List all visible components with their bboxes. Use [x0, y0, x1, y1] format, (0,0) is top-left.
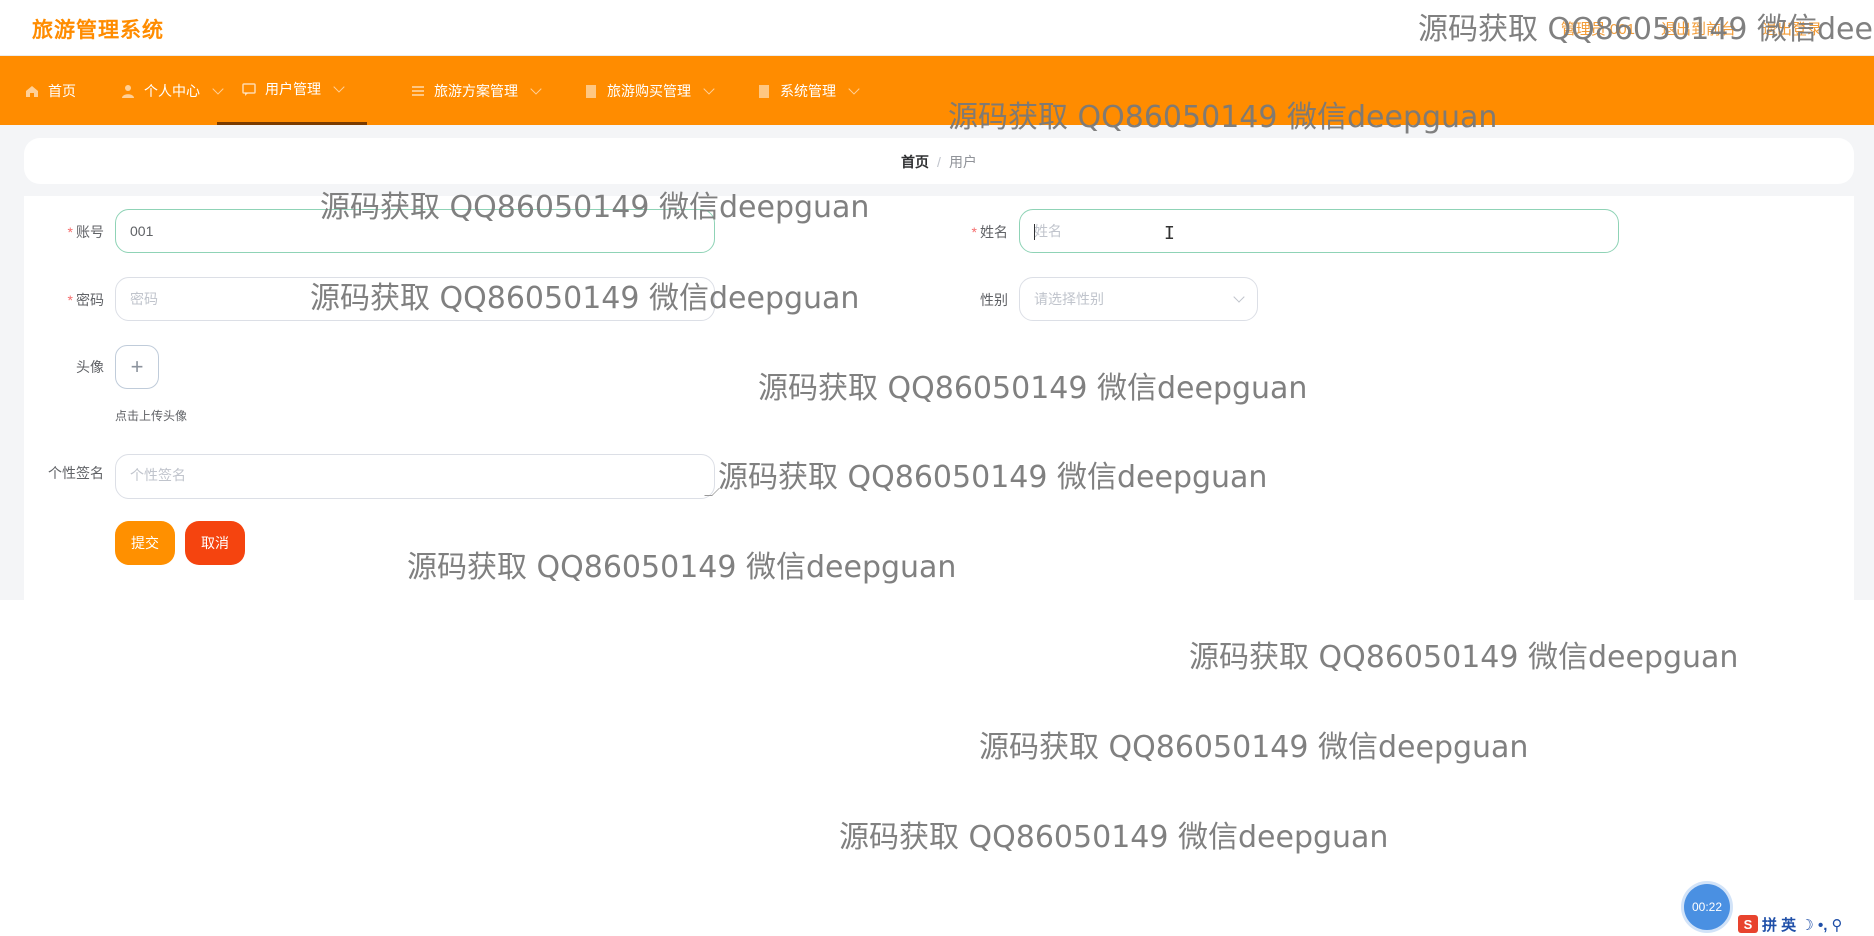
list-icon: [412, 85, 424, 96]
avatar-hint: 点击上传头像: [115, 409, 188, 423]
signature-label: 个性签名: [48, 465, 104, 481]
watermark-text: 源码获取 QQ86050149 微信deepguan: [948, 100, 1498, 135]
input-method-toolbar[interactable]: S 拼 英 ☽ •, ⚲: [1738, 914, 1870, 934]
name-input[interactable]: 姓名: [1019, 209, 1619, 253]
account-label: * 账号: [67, 224, 104, 240]
avatar-upload-button[interactable]: +: [115, 345, 159, 389]
watermark-text: 源码获取 QQ86050149 微信deepguan: [407, 550, 957, 585]
watermark-text: 源码获取 QQ86050149 微信deep: [1418, 12, 1874, 47]
chevron-down-icon: [333, 81, 345, 93]
app-title: 旅游管理系统: [32, 19, 164, 42]
nav-item-user-management[interactable]: 用户管理: [217, 56, 367, 125]
watermark-text: 源码获取 QQ86050149 微信deepguan: [979, 730, 1529, 765]
watermark-text: 源码获取 QQ86050149 微信deepguan: [718, 460, 1268, 495]
watermark-text: 源码获取 QQ86050149 微信deepguan: [1189, 640, 1739, 675]
nav-item-personal-center[interactable]: 个人中心: [120, 56, 224, 125]
cancel-button[interactable]: 取消: [185, 521, 245, 565]
nav-label: 个人中心: [144, 82, 200, 99]
sogou-logo-icon: S: [1738, 915, 1758, 933]
breadcrumb-separator: /: [937, 154, 941, 170]
watermark-text: 源码获取 QQ86050149 微信deepguan: [310, 281, 860, 316]
ime-status: 拼 英 ☽ •, ⚲: [1762, 916, 1843, 934]
building-icon: [586, 84, 596, 98]
nav-label: 旅游购买管理: [607, 82, 691, 99]
plus-icon: +: [130, 354, 144, 379]
nav-item-system-management[interactable]: 系统管理: [756, 56, 860, 125]
gender-select[interactable]: 请选择性别: [1019, 277, 1258, 321]
nav-label: 系统管理: [780, 82, 836, 99]
nav-item-tour-purchase-management[interactable]: 旅游购买管理: [583, 56, 715, 125]
submit-button[interactable]: 提交: [115, 521, 175, 565]
avatar-label: 头像: [76, 359, 104, 375]
nav-item-home[interactable]: 首页: [24, 56, 76, 125]
watermark-text: 源码获取 QQ86050149 微信deepguan: [320, 190, 870, 225]
nav-label: 首页: [48, 82, 76, 99]
watermark-text: 源码获取 QQ86050149 微信deepguan: [758, 371, 1308, 406]
name-label: * 姓名: [971, 224, 1008, 240]
building-icon: [759, 84, 769, 98]
nav-label: 用户管理: [265, 81, 321, 97]
breadcrumb-current: 用户: [948, 154, 977, 170]
breadcrumb-home[interactable]: 首页: [901, 154, 929, 170]
ibeam-cursor-icon: I: [1164, 223, 1175, 244]
user-icon: [122, 84, 134, 98]
breadcrumb: 首页 / 用户: [24, 152, 1854, 172]
password-label: * 密码: [67, 292, 104, 308]
recording-timer[interactable]: 00:22: [1684, 884, 1730, 930]
home-icon: [26, 85, 38, 97]
page: 旅游管理系统 管理员 001 退出到前台 退出登录 首页 个人中心 用户管理 旅…: [0, 0, 1874, 936]
chevron-down-icon: [1233, 291, 1245, 303]
watermark-text: 源码获取 QQ86050149 微信deepguan: [839, 820, 1389, 855]
chevron-down-icon: [530, 82, 542, 95]
gender-label: 性别: [980, 292, 1008, 308]
signature-textarea[interactable]: 个性签名: [115, 454, 720, 499]
chat-icon: [242, 83, 256, 96]
chevron-down-icon: [848, 82, 860, 95]
nav-item-tour-plan-management[interactable]: 旅游方案管理: [410, 56, 542, 125]
breadcrumb-card: 首页 / 用户: [24, 138, 1854, 184]
text-cursor: [1034, 224, 1035, 240]
chevron-down-icon: [703, 82, 715, 95]
nav-label: 旅游方案管理: [434, 82, 518, 99]
main-nav: 首页 个人中心 用户管理 旅游方案管理 旅游购买管理 系统管理: [0, 56, 1874, 125]
